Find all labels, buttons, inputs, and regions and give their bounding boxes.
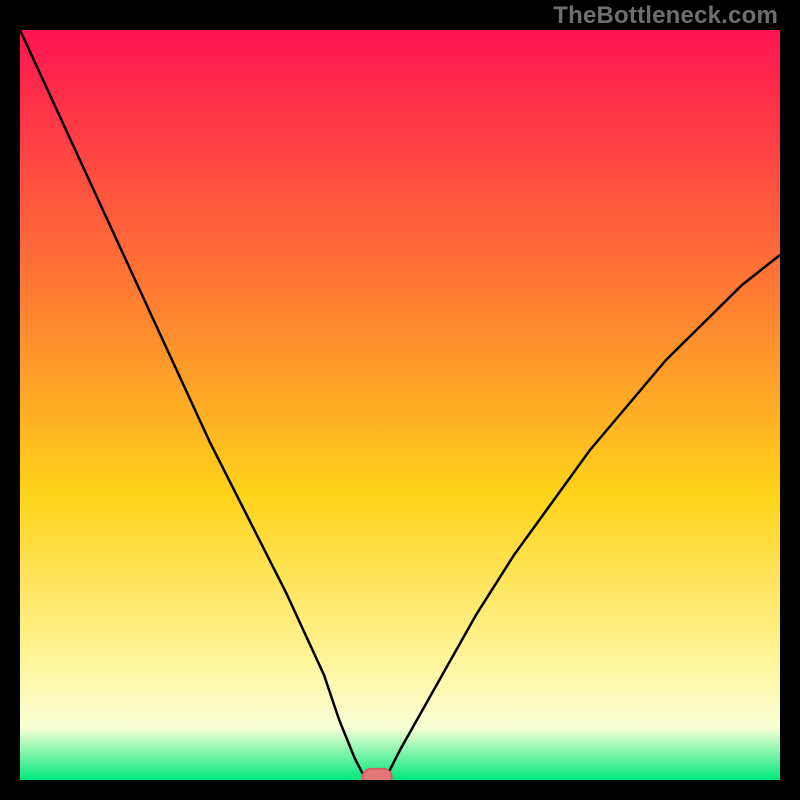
chart-frame: TheBottleneck.com (0, 0, 800, 800)
watermark-text: TheBottleneck.com (553, 2, 778, 30)
gradient-background (20, 30, 780, 780)
optimal-point-marker (363, 769, 392, 780)
bottleneck-chart (20, 30, 780, 780)
